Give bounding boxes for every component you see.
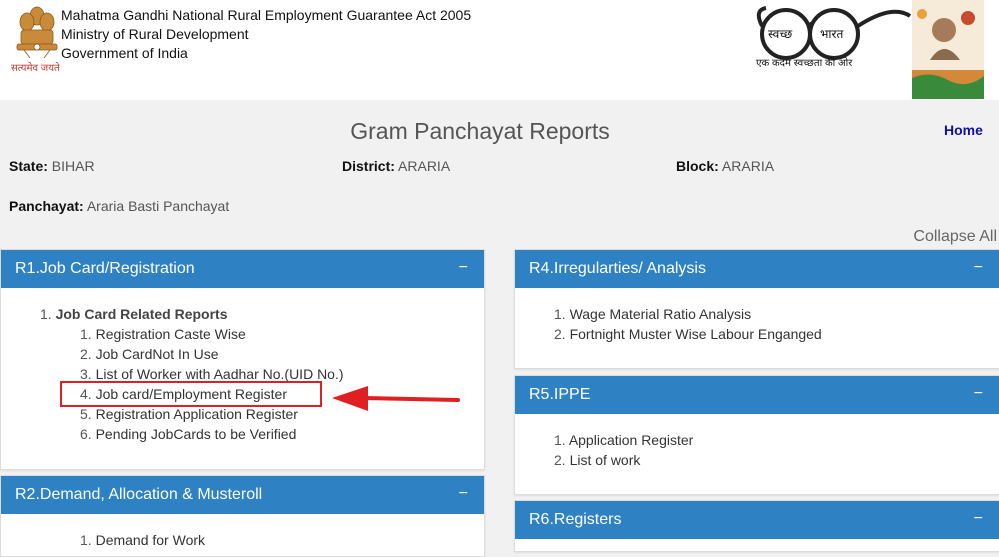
panel-r5-header[interactable]: R5.IPPE − — [515, 376, 999, 414]
panchayat-value: Araria Basti Panchayat — [86, 198, 230, 214]
block-value: ARARIA — [721, 158, 775, 174]
panel-r1-list: 1. Job Card Related Reports 1. Registrat… — [1, 304, 484, 444]
panel-r5-title: R5.IPPE — [529, 386, 591, 403]
org-line-government: Government of India — [61, 45, 188, 61]
panel-r2-list: 1. Demand for Work — [1, 530, 484, 550]
red-arrow-icon — [332, 386, 460, 411]
panel-r6-registers: R6.Registers − — [514, 500, 999, 552]
org-line-ministry: Ministry of Rural Development — [61, 26, 249, 42]
state-value: BIHAR — [51, 158, 95, 174]
highlight-box — [60, 381, 322, 407]
district-label: District: — [342, 158, 395, 174]
panel-r1-job-card: R1.Job Card/Registration − 1. Job Card R… — [0, 249, 485, 470]
home-link[interactable]: Home — [944, 122, 983, 138]
report-link-list-of-work[interactable]: 2. List of work — [515, 450, 999, 470]
district-value: ARARIA — [398, 158, 451, 174]
state-label: State: — [9, 158, 48, 174]
report-link-registration-caste-wise[interactable]: 1. Registration Caste Wise — [1, 324, 484, 344]
block-label: Block: — [676, 158, 719, 174]
swachh-right-text: भारत — [820, 27, 844, 41]
site-header: सत्यमेव जयते Mahatma Gandhi National Rur… — [0, 0, 999, 100]
panel-r4-irregularities: R4.Irregularties/ Analysis − 1. Wage Mat… — [514, 249, 999, 369]
panel-r4-collapse-icon[interactable]: − — [974, 259, 983, 277]
panel-r1-title: R1.Job Card/Registration — [15, 260, 195, 277]
panel-r6-collapse-icon[interactable]: − — [974, 510, 983, 528]
panel-r6-title: R6.Registers — [529, 511, 622, 528]
panel-r5-collapse-icon[interactable]: − — [974, 385, 983, 403]
panel-r2-title: R2.Demand, Allocation & Musteroll — [15, 486, 263, 503]
report-link-fortnight-muster[interactable]: 2. Fortnight Muster Wise Labour Enganged — [515, 324, 999, 344]
report-link-pending-jobcards[interactable]: 6. Pending JobCards to be Verified — [1, 424, 484, 444]
panel-r1-collapse-icon[interactable]: − — [459, 259, 468, 277]
swachh-left-text: स्वच्छ — [768, 27, 792, 41]
report-link-job-card-not-in-use[interactable]: 2. Job CardNot In Use — [1, 344, 484, 364]
panchayat-label: Panchayat: — [9, 198, 84, 214]
gandhi-logo-icon — [912, 0, 984, 99]
collapse-all-button[interactable]: Collapse All — [913, 228, 997, 246]
block-info: Block: ARARIA — [676, 158, 774, 174]
panel-r5-list: 1. Application Register 2. List of work — [515, 430, 999, 470]
panel-r2-collapse-icon[interactable]: − — [459, 485, 468, 503]
emblem-motto: सत्यमेव जयते — [11, 63, 60, 74]
swachh-tagline: एक कदम स्वच्छता की ओर — [756, 58, 853, 69]
report-link-application-register[interactable]: 1. Application Register — [515, 430, 999, 450]
panel-r4-list: 1. Wage Material Ratio Analysis 2. Fortn… — [515, 304, 999, 344]
panel-r6-header[interactable]: R6.Registers − — [515, 501, 999, 539]
panel-r1-header[interactable]: R1.Job Card/Registration − — [1, 250, 484, 288]
report-link-wage-material-ratio[interactable]: 1. Wage Material Ratio Analysis — [515, 304, 999, 324]
page-title: Gram Panchayat Reports — [350, 118, 610, 144]
report-link-demand-for-work[interactable]: 1. Demand for Work — [1, 530, 484, 550]
district-info: District: ARARIA — [342, 158, 450, 174]
panel-r4-header[interactable]: R4.Irregularties/ Analysis − — [515, 250, 999, 288]
panchayat-info: Panchayat: Araria Basti Panchayat — [9, 198, 229, 214]
organization-name: Mahatma Gandhi National Rural Employment… — [61, 6, 471, 63]
panel-r2-demand: R2.Demand, Allocation & Musteroll − 1. D… — [0, 475, 485, 557]
group-job-card-reports: Job Card Related Reports — [55, 306, 228, 322]
panel-r4-title: R4.Irregularties/ Analysis — [529, 260, 706, 277]
panel-r5-ippe: R5.IPPE − 1. Application Register 2. Lis… — [514, 375, 999, 495]
list-item: 1. Job Card Related Reports — [40, 306, 228, 322]
panel-r2-header[interactable]: R2.Demand, Allocation & Musteroll − — [1, 476, 484, 514]
state-info: State: BIHAR — [9, 158, 95, 174]
org-line-act: Mahatma Gandhi National Rural Employment… — [61, 7, 472, 23]
